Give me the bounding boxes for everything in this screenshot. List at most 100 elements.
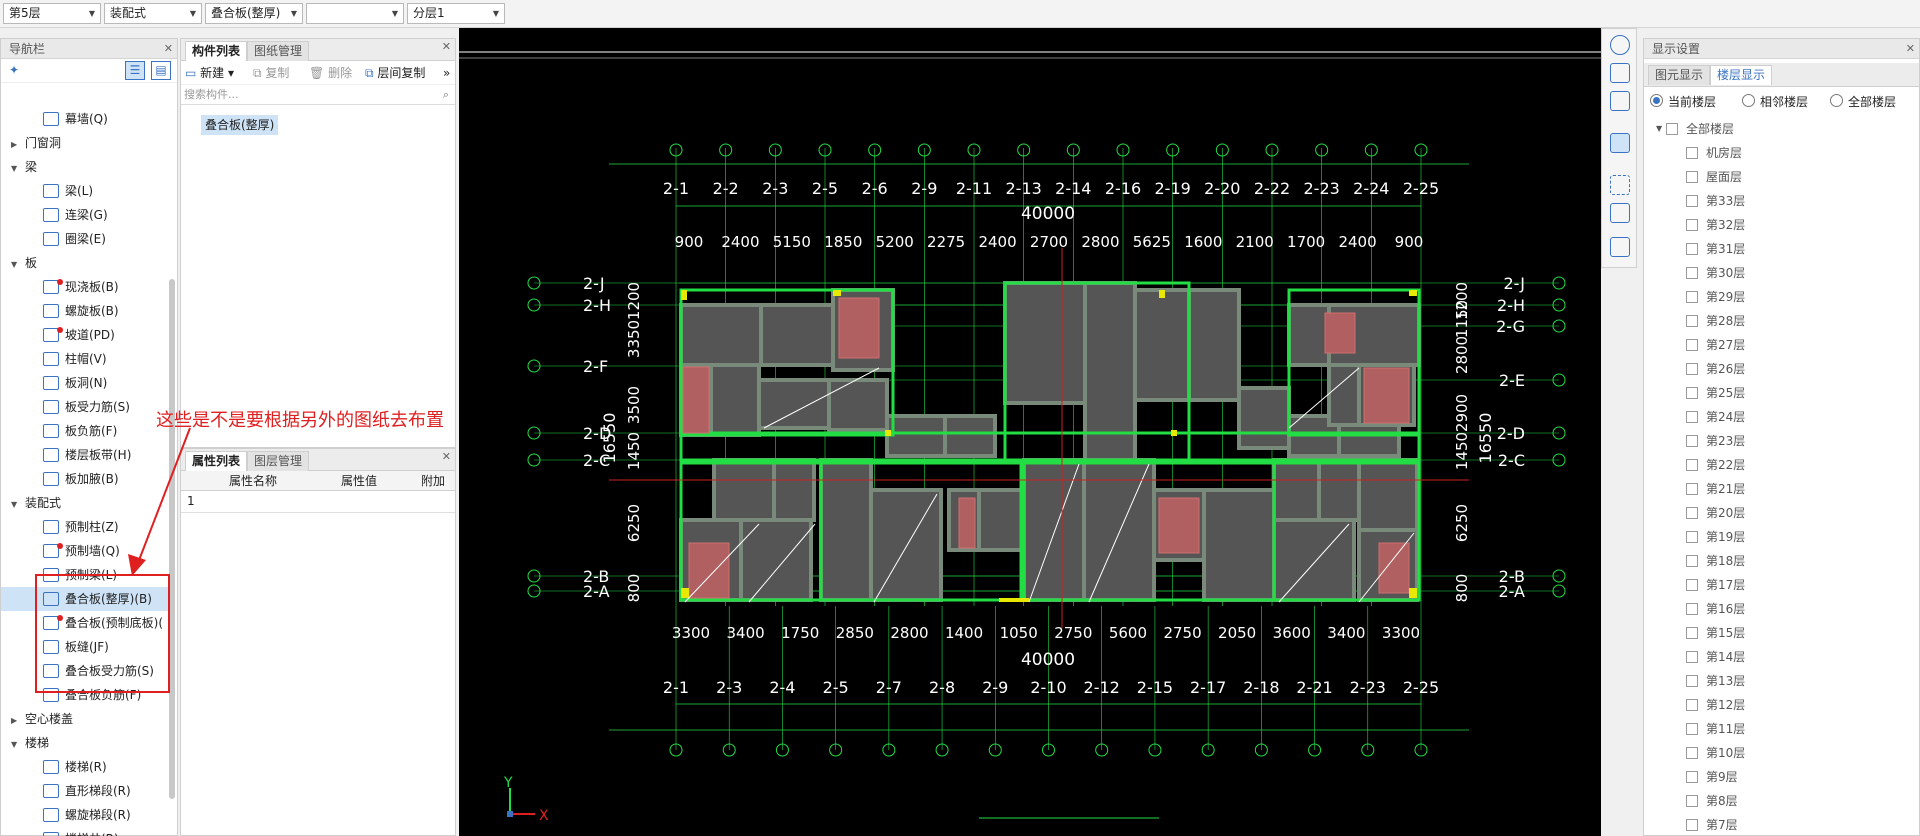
floor-row[interactable]: 第11层 [1644, 717, 1919, 741]
nav-item[interactable]: 柱帽(V) [1, 347, 169, 371]
floor-row[interactable]: 第8层 [1644, 789, 1919, 813]
chevron-down-icon[interactable]: ▼ [1656, 117, 1662, 141]
box-select-icon[interactable] [1610, 203, 1630, 223]
cube-view-icon[interactable] [1610, 133, 1630, 153]
floor-row[interactable]: 第7层 [1644, 813, 1919, 835]
floor-row[interactable]: 屋面层 [1644, 165, 1919, 189]
copy-button[interactable]: ⧉ 复制 [253, 61, 289, 85]
floor-checkbox[interactable] [1686, 363, 1698, 375]
nav-category[interactable]: ▶ 门窗洞 [1, 131, 169, 155]
close-icon[interactable]: ✕ [442, 40, 451, 53]
floor-checkbox[interactable] [1686, 267, 1698, 279]
floor-checkbox[interactable] [1686, 411, 1698, 423]
component-select[interactable]: 叠合板(整厚) ▼ [205, 3, 303, 24]
floor-row[interactable]: 第15层 [1644, 621, 1919, 645]
radio-all-floors[interactable] [1830, 94, 1843, 107]
floor-checkbox[interactable] [1686, 555, 1698, 567]
floor-checkbox[interactable] [1686, 675, 1698, 687]
floor-row[interactable]: 第27层 [1644, 333, 1919, 357]
floor-row[interactable]: 第13层 [1644, 669, 1919, 693]
tab-element-display[interactable]: 图元显示 [1648, 65, 1711, 85]
floor-row[interactable]: 第25层 [1644, 381, 1919, 405]
nav-category[interactable]: ▼ 梁 [1, 155, 169, 179]
floor-row[interactable]: 第23层 [1644, 429, 1919, 453]
nav-item[interactable]: 直形梯段(R) [1, 779, 169, 803]
view-2d-icon[interactable] [1610, 63, 1630, 83]
nav-item[interactable]: 圈梁(E) [1, 227, 169, 251]
nav-item[interactable]: 螺旋梯段(R) [1, 803, 169, 827]
nav-item[interactable]: 现浇板(B) [1, 275, 169, 299]
floor-checkbox[interactable] [1686, 723, 1698, 735]
floor-row[interactable]: 第12层 [1644, 693, 1919, 717]
blank-select[interactable]: ▼ [306, 3, 404, 24]
nav-item[interactable]: 坡道(PD) [1, 323, 169, 347]
search-icon[interactable]: ⌕ [443, 85, 449, 105]
detail-view-icon[interactable]: ▤ [151, 61, 171, 80]
floor-row[interactable]: 第10层 [1644, 741, 1919, 765]
floor-checkbox[interactable] [1686, 339, 1698, 351]
floor-checkbox[interactable] [1686, 603, 1698, 615]
property-row[interactable]: 1 [181, 491, 455, 513]
chevron-down-icon[interactable]: ▼ [11, 157, 25, 181]
more-icon[interactable]: » [443, 61, 450, 85]
properties-icon[interactable] [1610, 237, 1630, 257]
radio-adjacent-floor[interactable] [1742, 94, 1755, 107]
floor-checkbox[interactable] [1686, 291, 1698, 303]
new-button[interactable]: ▭ 新建 ▾ [185, 61, 234, 85]
radio-current-floor[interactable] [1650, 94, 1663, 107]
chevron-down-icon[interactable]: ▼ [11, 493, 25, 517]
floor-row[interactable]: 第20层 [1644, 501, 1919, 525]
floor-row[interactable]: 第18层 [1644, 549, 1919, 573]
floor-checkbox[interactable] [1686, 819, 1698, 831]
floor-row[interactable]: 第31层 [1644, 237, 1919, 261]
chevron-down-icon[interactable]: ▼ [11, 733, 25, 757]
floor-checkbox[interactable] [1686, 651, 1698, 663]
fit-window-icon[interactable] [1610, 175, 1630, 195]
nav-item[interactable]: 螺旋板(B) [1, 299, 169, 323]
nav-category[interactable]: ▼ 楼梯 [1, 731, 169, 755]
floor-checkbox[interactable] [1686, 747, 1698, 759]
floor-checkbox[interactable] [1686, 579, 1698, 591]
chevron-right-icon[interactable]: ▶ [11, 133, 25, 157]
nav-item[interactable]: 楼梯(R) [1, 755, 169, 779]
floor-row[interactable]: 第16层 [1644, 597, 1919, 621]
nav-item[interactable]: 板受力筋(S) [1, 395, 169, 419]
floor-checkbox[interactable] [1686, 195, 1698, 207]
floor-checkbox[interactable] [1686, 699, 1698, 711]
floor-checkbox[interactable] [1686, 171, 1698, 183]
floor-row[interactable]: 第30层 [1644, 261, 1919, 285]
floor-checkbox[interactable] [1686, 531, 1698, 543]
floor-checkbox[interactable] [1686, 387, 1698, 399]
delete-button[interactable]: 🗑 删除 [309, 61, 352, 85]
tab-floor-display[interactable]: 楼层显示 [1710, 65, 1773, 85]
floor-checkbox[interactable] [1686, 315, 1698, 327]
floor-checkbox[interactable] [1686, 219, 1698, 231]
view-3d-icon[interactable] [1610, 91, 1630, 111]
layer-select[interactable]: 分层1 ▼ [407, 3, 505, 24]
type-select[interactable]: 装配式 ▼ [104, 3, 202, 24]
floor-row[interactable]: 第24层 [1644, 405, 1919, 429]
floor-row[interactable]: 第14层 [1644, 645, 1919, 669]
floor-copy-button[interactable]: ⧉ 层间复制 [365, 61, 425, 85]
nav-item[interactable]: 幕墙(Q) [1, 107, 169, 131]
floor-row[interactable]: 第22层 [1644, 453, 1919, 477]
close-icon[interactable]: ✕ [164, 39, 173, 59]
nav-category[interactable]: ▼ 板 [1, 251, 169, 275]
floor-checkbox[interactable] [1686, 459, 1698, 471]
nav-category[interactable]: ▶ 空心楼盖 [1, 707, 169, 731]
floor-row[interactable]: 第26层 [1644, 357, 1919, 381]
floor-row[interactable]: 第33层 [1644, 189, 1919, 213]
nav-item[interactable]: 连梁(G) [1, 203, 169, 227]
floor-row[interactable]: 第28层 [1644, 309, 1919, 333]
component-item[interactable]: 叠合板(整厚) [201, 115, 279, 135]
floor-row[interactable]: 第32层 [1644, 213, 1919, 237]
tab-drawing-management[interactable]: 图纸管理 [247, 41, 310, 61]
floor-checkbox[interactable] [1686, 795, 1698, 807]
component-search[interactable]: 搜索构件... ⌕ [181, 85, 455, 105]
chevron-down-icon[interactable]: ▼ [11, 253, 25, 277]
floor-row[interactable]: 第19层 [1644, 525, 1919, 549]
nav-item[interactable]: 梁(L) [1, 179, 169, 203]
pin-icon[interactable]: ✦ [9, 63, 19, 77]
tab-component-list[interactable]: 构件列表 [185, 41, 248, 61]
floor-select[interactable]: 第5层 ▼ [3, 3, 101, 24]
